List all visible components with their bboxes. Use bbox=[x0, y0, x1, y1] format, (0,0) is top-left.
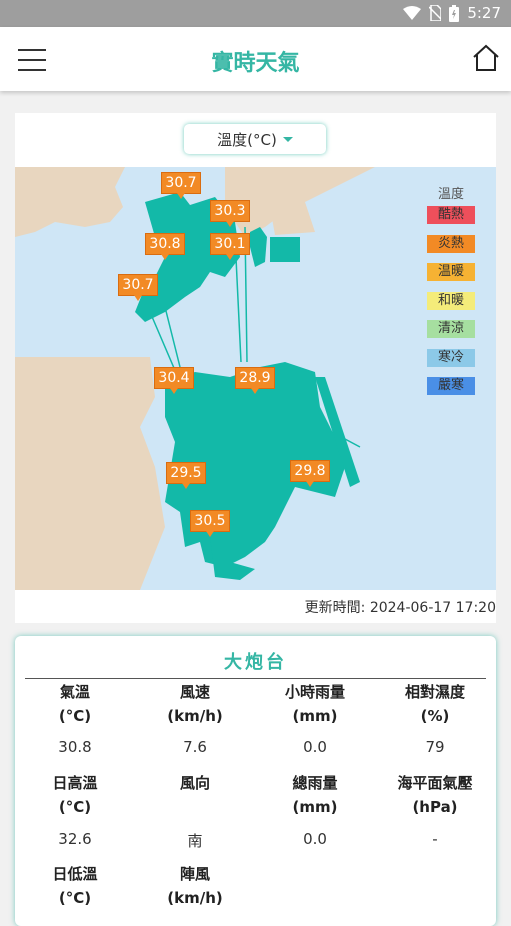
obs-value: 32.6 bbox=[58, 830, 92, 848]
caret-down-icon bbox=[282, 136, 293, 142]
app-bar: 實時天氣 bbox=[0, 27, 511, 91]
temp-marker[interactable]: 29.8 bbox=[290, 460, 330, 487]
legend-item: 和暖 bbox=[427, 291, 475, 310]
legend-item: 清涼 bbox=[427, 320, 475, 338]
temp-marker[interactable]: 30.3 bbox=[210, 200, 250, 227]
parameter-selector[interactable]: 溫度(°C) bbox=[184, 124, 326, 154]
legend-item: 寒冷 bbox=[427, 348, 475, 367]
updated-time: 更新時間: 2024-06-17 17:20 bbox=[304, 600, 496, 616]
obs-header: 氣溫 (°C) bbox=[58, 683, 92, 725]
weather-map[interactable]: 30.7 30.3 30.8 30.1 30.7 30.4 28.9 29.5 … bbox=[15, 167, 496, 590]
temp-marker[interactable]: 30.4 bbox=[154, 367, 194, 394]
obs-value: 0.0 bbox=[303, 738, 327, 756]
legend-item: 酷熱 bbox=[427, 206, 475, 224]
obs-header: 海平面氣壓 (hPa) bbox=[397, 774, 473, 816]
legend-item: 温暖 bbox=[427, 263, 475, 281]
temp-marker[interactable]: 29.5 bbox=[166, 462, 206, 489]
temperature-legend: 溫度 酷熱 炎熱 温暖 和暖 清涼 寒冷 嚴寒 bbox=[427, 183, 475, 406]
no-sim-icon bbox=[429, 5, 442, 21]
obs-header: 小時雨量 (mm) bbox=[284, 683, 345, 725]
wifi-icon bbox=[403, 6, 422, 20]
station-name: 大炮台 bbox=[25, 648, 486, 679]
battery-icon bbox=[449, 4, 460, 22]
status-bar: 5:27 bbox=[0, 0, 511, 27]
obs-header: 風向 bbox=[179, 774, 210, 792]
obs-value: 79 bbox=[425, 738, 445, 756]
obs-header: 總雨量 (mm) bbox=[292, 774, 338, 816]
temp-marker[interactable]: 30.5 bbox=[190, 510, 230, 537]
map-card: 溫度(°C) 30.7 30.3 30.8 30.1 30.7 30.4 28.… bbox=[15, 113, 496, 623]
obs-value: 30.8 bbox=[58, 738, 92, 756]
obs-value: 0.0 bbox=[303, 830, 327, 848]
legend-item: 炎熱 bbox=[427, 234, 475, 253]
temp-marker[interactable]: 30.7 bbox=[161, 172, 201, 199]
temp-marker[interactable]: 30.1 bbox=[210, 233, 250, 260]
status-time: 5:27 bbox=[467, 4, 501, 22]
obs-header: 風速 (km/h) bbox=[167, 683, 223, 725]
selector-label: 溫度(°C) bbox=[217, 130, 277, 149]
home-icon[interactable] bbox=[472, 44, 500, 72]
legend-title: 溫度 bbox=[437, 187, 464, 202]
obs-header: 日低溫 (°C) bbox=[52, 865, 98, 907]
obs-header: 相對濕度 (%) bbox=[404, 683, 465, 725]
obs-value: 南 bbox=[187, 832, 203, 850]
temp-marker[interactable]: 30.7 bbox=[118, 274, 158, 301]
legend-item: 嚴寒 bbox=[427, 377, 475, 395]
temp-marker[interactable]: 30.8 bbox=[145, 233, 185, 260]
land-hengqin bbox=[15, 357, 165, 590]
page-title: 實時天氣 bbox=[211, 51, 300, 76]
obs-header: 日高溫 (°C) bbox=[52, 774, 98, 816]
temp-marker[interactable]: 28.9 bbox=[235, 367, 275, 394]
obs-header: 陣風 (km/h) bbox=[167, 865, 223, 907]
obs-value: - bbox=[432, 830, 438, 848]
station-card: 大炮台 氣溫 (°C) 風速 (km/h) 小時雨量 (mm) 相對濕度 (%) 30.… bbox=[15, 636, 496, 926]
obs-value: 7.6 bbox=[183, 738, 207, 756]
